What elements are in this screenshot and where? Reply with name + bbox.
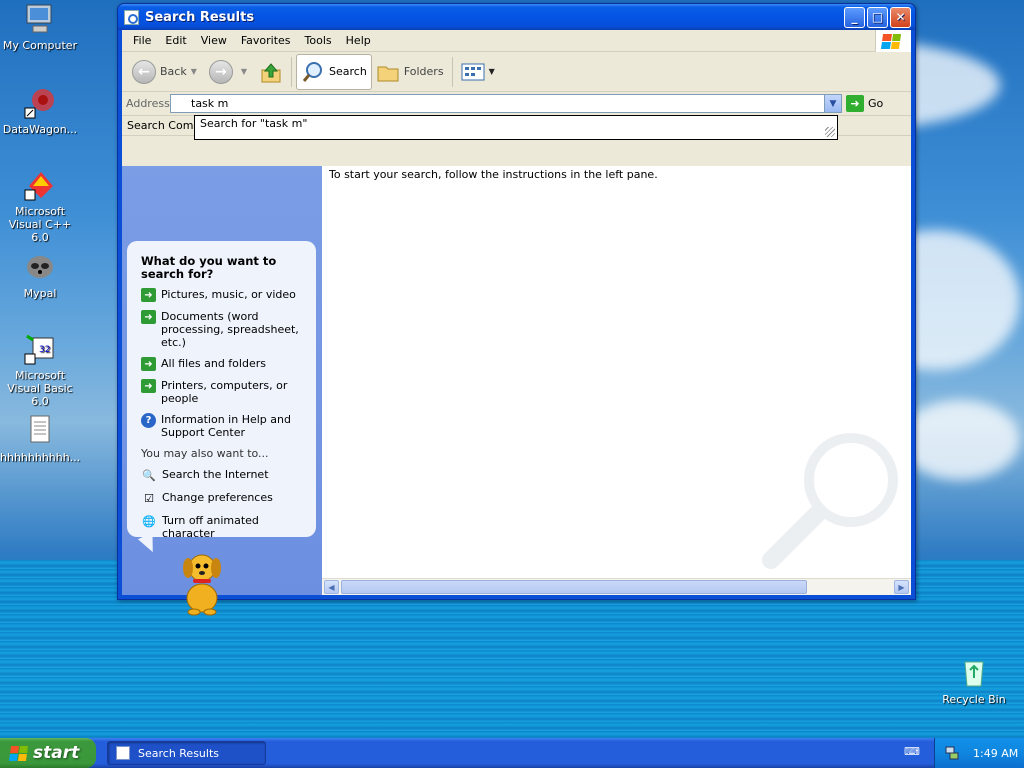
back-button[interactable]: ← Back ▼ [128, 54, 205, 90]
option-all-files[interactable]: ➜ All files and folders [141, 357, 306, 371]
option-pictures[interactable]: ➜ Pictures, music, or video [141, 288, 306, 302]
search-results-window: Search Results _ □ ✕ File Edit View Favo… [117, 3, 916, 616]
green-arrow-icon: ➜ [141, 310, 156, 324]
desktop-icon-visual-cpp[interactable]: Microsoft Visual C++ 6.0 [0, 168, 80, 244]
views-icon [461, 63, 485, 80]
desktop-cloud [900, 400, 1020, 480]
minimize-icon: _ [851, 10, 858, 24]
desktop-icon-visual-basic[interactable]: 32 Microsoft Visual Basic 6.0 [0, 332, 80, 408]
scroll-right-button[interactable]: ▶ [894, 580, 909, 594]
scroll-left-button[interactable]: ◀ [324, 580, 339, 594]
option-help-center[interactable]: ? Information in Help and Support Center [141, 413, 306, 439]
go-arrow-icon: ➜ [846, 95, 864, 112]
desktop-icon-text-file[interactable]: hhhhhhhhhh... [0, 414, 80, 464]
magnifier-watermark-icon [756, 425, 906, 575]
instructions-text: To start your search, follow the instruc… [329, 168, 658, 181]
close-icon: ✕ [895, 10, 906, 24]
menu-tools[interactable]: Tools [298, 34, 339, 47]
chevron-down-icon: ▼ [488, 67, 495, 76]
system-tray: 1:49 AM [934, 738, 1024, 768]
go-button[interactable]: ➜ Go [846, 95, 883, 112]
menu-view[interactable]: View [194, 34, 234, 47]
search-companion-pane: What do you want to search for? ➜ Pictur… [122, 166, 322, 616]
scroll-thumb[interactable] [341, 580, 807, 594]
green-arrow-icon: ➜ [141, 379, 156, 393]
taskbar-item-search-results[interactable]: Search Results [107, 741, 266, 765]
search-window-icon [124, 9, 139, 25]
search-question-heading: What do you want to search for? [141, 254, 277, 281]
visual-cpp-icon [23, 168, 57, 202]
chevron-down-icon: ▼ [240, 67, 248, 76]
green-arrow-icon: ➜ [141, 288, 156, 302]
taskbar: start Search Results ⌨ 1:49 AM [0, 738, 1024, 768]
desktop-icon-mypal[interactable]: Mypal [0, 250, 80, 300]
desktop-icon-datawagon[interactable]: DataWagon... [0, 86, 80, 136]
chevron-down-icon: ▼ [190, 67, 197, 76]
menu-favorites[interactable]: Favorites [234, 34, 298, 47]
search-assistant-panel: What do you want to search for? ➜ Pictur… [127, 241, 316, 556]
globe-icon: 🌐 [142, 515, 156, 528]
address-input[interactable]: task m ▼ [170, 94, 842, 113]
autocomplete-suggestion[interactable]: Search for "task m" [200, 117, 307, 130]
option-search-internet[interactable]: 🔍 Search the Internet [141, 468, 306, 483]
menu-help[interactable]: Help [339, 34, 378, 47]
recycle-bin-icon [957, 656, 991, 690]
animated-dog-character-icon[interactable] [177, 546, 227, 616]
computer-icon [23, 2, 57, 36]
forward-arrow-icon: → [208, 59, 233, 84]
internet-search-icon: 🔍 [142, 469, 156, 482]
toolbar-separator [291, 56, 293, 87]
visual-basic-icon: 32 [23, 332, 57, 366]
network-icon[interactable] [945, 746, 959, 760]
option-printers[interactable]: ➜ Printers, computers, or people [141, 379, 306, 405]
address-dropdown-button[interactable]: ▼ [824, 95, 841, 112]
search-icon [302, 61, 323, 82]
keyboard-icon[interactable]: ⌨ [904, 745, 920, 759]
up-folder-icon [261, 62, 281, 82]
address-bar: Address task m ▼ ➜ Go [122, 92, 911, 116]
help-icon: ? [141, 413, 156, 428]
maximize-button[interactable]: □ [867, 6, 888, 28]
resize-grip-icon[interactable] [825, 127, 835, 137]
window-title: Search Results [145, 9, 255, 25]
clock[interactable]: 1:49 AM [973, 747, 1018, 760]
folder-icon [377, 66, 399, 81]
folders-button[interactable]: Folders [372, 54, 448, 90]
close-button[interactable]: ✕ [890, 6, 911, 28]
address-label: Address [126, 97, 170, 110]
maximize-icon: □ [871, 10, 884, 24]
toolbar: ← Back ▼ → ▼ Search Folders ▼ [122, 52, 911, 92]
minimize-button[interactable]: _ [844, 6, 865, 28]
back-arrow-icon: ← [132, 59, 156, 84]
desktop-icon-my-computer[interactable]: My Computer [0, 2, 80, 52]
views-button[interactable]: ▼ [457, 54, 503, 90]
also-heading: You may also want to... [141, 447, 269, 460]
menu-file[interactable]: File [126, 34, 158, 47]
option-change-preferences[interactable]: ☑ Change preferences [141, 491, 306, 506]
green-arrow-icon: ➜ [141, 357, 156, 371]
windows-logo-icon [875, 30, 911, 52]
horizontal-scrollbar[interactable]: ◀ ▶ [322, 578, 911, 595]
search-window-icon [116, 746, 130, 760]
address-autocomplete-dropdown[interactable]: Search for "task m" [194, 115, 838, 140]
menu-edit[interactable]: Edit [158, 34, 193, 47]
desktop-icon-recycle-bin[interactable]: Recycle Bin [934, 656, 1014, 706]
up-folder-button[interactable] [255, 54, 287, 90]
option-documents[interactable]: ➜ Documents (word processing, spreadshee… [141, 310, 306, 349]
title-bar[interactable]: Search Results _ □ ✕ [118, 4, 915, 30]
svg-text:32: 32 [39, 345, 50, 355]
search-button[interactable]: Search [296, 53, 372, 90]
text-file-icon [23, 414, 57, 448]
option-turn-off-character[interactable]: 🌐 Turn off animated character [141, 514, 306, 540]
preferences-icon: ☑ [144, 492, 154, 505]
toolbar-separator [451, 56, 453, 87]
forward-button[interactable]: → ▼ [205, 54, 255, 90]
results-pane: To start your search, follow the instruc… [322, 166, 911, 595]
menu-bar: File Edit View Favorites Tools Help [122, 30, 911, 52]
mypal-icon [23, 250, 57, 284]
datawagon-icon [23, 86, 57, 120]
start-button[interactable]: start [0, 738, 96, 768]
windows-flag-icon [8, 745, 29, 761]
